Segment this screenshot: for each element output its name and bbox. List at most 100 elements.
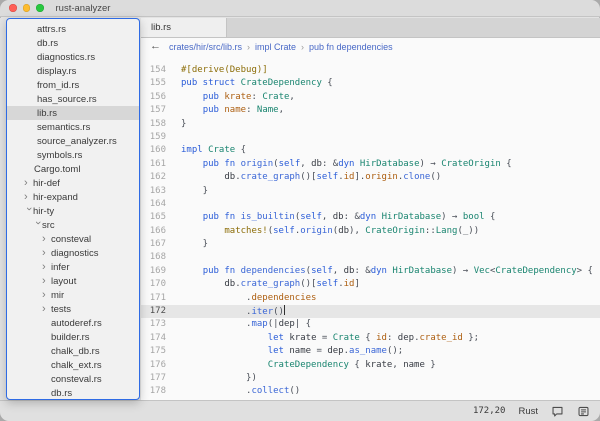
tree-item-label: symbols.rs	[37, 150, 82, 161]
tree-item-has-source-rs[interactable]: has_source.rs	[7, 92, 139, 106]
tree-item-db-rs[interactable]: db.rs	[7, 386, 139, 400]
code-line-171[interactable]: 171 .dependencies	[141, 292, 600, 305]
code-line-173[interactable]: 173 .map(|dep| {	[141, 318, 600, 331]
tree-item-diagnostics[interactable]: ›diagnostics	[7, 246, 139, 260]
line-content	[175, 198, 181, 211]
code-line-168[interactable]: 168	[141, 251, 600, 264]
code-line-158[interactable]: 158}	[141, 118, 600, 131]
line-content: .map(|dep| {	[175, 318, 311, 331]
chevron-down-icon[interactable]: ›	[32, 221, 43, 230]
line-number: 155	[141, 77, 175, 90]
code-line-162[interactable]: 162 db.crate_graph()[self.id].origin.clo…	[141, 171, 600, 184]
line-content: pub fn dependencies(self, db: &dyn HirDa…	[175, 265, 593, 278]
tree-item-src[interactable]: ›src	[7, 218, 139, 232]
chevron-right-icon[interactable]: ›	[24, 192, 33, 203]
project-panel: attrs.rsdb.rsdiagnostics.rsdisplay.rsfro…	[6, 18, 140, 400]
code-line-167[interactable]: 167 }	[141, 238, 600, 251]
code-line-161[interactable]: 161 pub fn origin(self, db: &dyn HirData…	[141, 158, 600, 171]
tree-item-infer[interactable]: ›infer	[7, 260, 139, 274]
breadcrumb: crates/hir/src/lib.rs›impl Crate›pub fn …	[169, 42, 393, 52]
chevron-right-icon[interactable]: ›	[42, 262, 51, 273]
line-content: matches!(self.origin(db), CrateOrigin::L…	[175, 225, 479, 238]
breadcrumb-separator: ›	[247, 42, 250, 52]
line-number: 165	[141, 211, 175, 224]
line-content	[175, 251, 181, 264]
tree-item-label: lib.rs	[37, 108, 57, 119]
tree-item-source-analyzer-rs[interactable]: source_analyzer.rs	[7, 134, 139, 148]
code-line-156[interactable]: 156 pub krate: Crate,	[141, 91, 600, 104]
tree-item-autoderef-rs[interactable]: autoderef.rs	[7, 316, 139, 330]
zoom-window-button[interactable]	[36, 4, 44, 12]
code-line-169[interactable]: 169 pub fn dependencies(self, db: &dyn H…	[141, 265, 600, 278]
code-line-163[interactable]: 163 }	[141, 185, 600, 198]
code-line-159[interactable]: 159	[141, 131, 600, 144]
line-number: 157	[141, 104, 175, 117]
back-icon[interactable]: ←	[150, 41, 161, 52]
tree-item-tests[interactable]: ›tests	[7, 302, 139, 316]
breadcrumb-segment[interactable]: pub fn dependencies	[309, 42, 393, 52]
line-content: pub name: Name,	[175, 104, 284, 117]
tree-item-display-rs[interactable]: display.rs	[7, 64, 139, 78]
code-line-155[interactable]: 155pub struct CrateDependency {	[141, 77, 600, 90]
line-number: 158	[141, 118, 175, 131]
tree-item-hir-def[interactable]: ›hir-def	[7, 176, 139, 190]
line-number: 170	[141, 278, 175, 291]
breadcrumb-segment[interactable]: impl Crate	[255, 42, 296, 52]
tree-item-from-id-rs[interactable]: from_id.rs	[7, 78, 139, 92]
tree-item-layout[interactable]: ›layout	[7, 274, 139, 288]
line-number: 178	[141, 385, 175, 398]
tree-item-chalk-ext-rs[interactable]: chalk_ext.rs	[7, 358, 139, 372]
editor: 154#[derive(Debug)]155pub struct CrateDe…	[141, 55, 600, 400]
code-line-164[interactable]: 164	[141, 198, 600, 211]
tab-lib-rs[interactable]: lib.rs	[141, 18, 227, 37]
minimize-window-button[interactable]	[23, 4, 31, 12]
code-line-154[interactable]: 154#[derive(Debug)]	[141, 64, 600, 77]
tree-item-db-rs[interactable]: db.rs	[7, 36, 139, 50]
chevron-down-icon[interactable]: ›	[23, 207, 34, 216]
line-content: pub krate: Crate,	[175, 91, 295, 104]
breadcrumb-segment[interactable]: crates/hir/src/lib.rs	[169, 42, 242, 52]
code-line-160[interactable]: 160impl Crate {	[141, 144, 600, 157]
tree-item-lib-rs[interactable]: lib.rs	[7, 106, 139, 120]
tree-item-consteval[interactable]: ›consteval	[7, 232, 139, 246]
language-indicator[interactable]: Rust	[518, 406, 538, 417]
code-line-178[interactable]: 178 .collect()	[141, 385, 600, 398]
tree-item-label: display.rs	[37, 66, 76, 77]
tree-item-label: layout	[51, 276, 76, 287]
chevron-right-icon[interactable]: ›	[42, 276, 51, 287]
tree-item-symbols-rs[interactable]: symbols.rs	[7, 148, 139, 162]
code-line-170[interactable]: 170 db.crate_graph()[self.id]	[141, 278, 600, 291]
code-line-175[interactable]: 175 let name = dep.as_name();	[141, 345, 600, 358]
code-line-174[interactable]: 174 let krate = Crate { id: dep.crate_id…	[141, 332, 600, 345]
code-line-165[interactable]: 165 pub fn is_builtin(self, db: &dyn Hir…	[141, 211, 600, 224]
tree-item-label: consteval	[51, 234, 91, 245]
tree-item-semantics-rs[interactable]: semantics.rs	[7, 120, 139, 134]
list-icon[interactable]	[577, 405, 590, 418]
tree-item-label: semantics.rs	[37, 122, 90, 133]
close-window-button[interactable]	[9, 4, 17, 12]
tree-item-cargo-toml[interactable]: Cargo.toml	[7, 162, 139, 176]
tree-item-builder-rs[interactable]: builder.rs	[7, 330, 139, 344]
chevron-right-icon[interactable]: ›	[42, 290, 51, 301]
code-line-166[interactable]: 166 matches!(self.origin(db), CrateOrigi…	[141, 225, 600, 238]
chevron-right-icon[interactable]: ›	[42, 234, 51, 245]
tree-item-chalk-db-rs[interactable]: chalk_db.rs	[7, 344, 139, 358]
cursor-position[interactable]: 172,20	[473, 406, 506, 416]
chevron-right-icon[interactable]: ›	[24, 178, 33, 189]
tree-item-diagnostics-rs[interactable]: diagnostics.rs	[7, 50, 139, 64]
tree-item-mir[interactable]: ›mir	[7, 288, 139, 302]
code-line-176[interactable]: 176 CrateDependency { krate, name }	[141, 359, 600, 372]
tree-item-hir-expand[interactable]: ›hir-expand	[7, 190, 139, 204]
tree-item-label: infer	[51, 262, 69, 273]
tree-item-hir-ty[interactable]: ›hir-ty	[7, 204, 139, 218]
code-line-177[interactable]: 177 })	[141, 372, 600, 385]
tree-item-consteval-rs[interactable]: consteval.rs	[7, 372, 139, 386]
chevron-right-icon[interactable]: ›	[42, 304, 51, 315]
line-number: 171	[141, 292, 175, 305]
comment-icon[interactable]	[551, 405, 564, 418]
code-line-172[interactable]: 172 .iter()	[141, 305, 600, 318]
tree-item-attrs-rs[interactable]: attrs.rs	[7, 22, 139, 36]
text-cursor	[284, 305, 285, 315]
code-line-157[interactable]: 157 pub name: Name,	[141, 104, 600, 117]
chevron-right-icon[interactable]: ›	[42, 248, 51, 259]
